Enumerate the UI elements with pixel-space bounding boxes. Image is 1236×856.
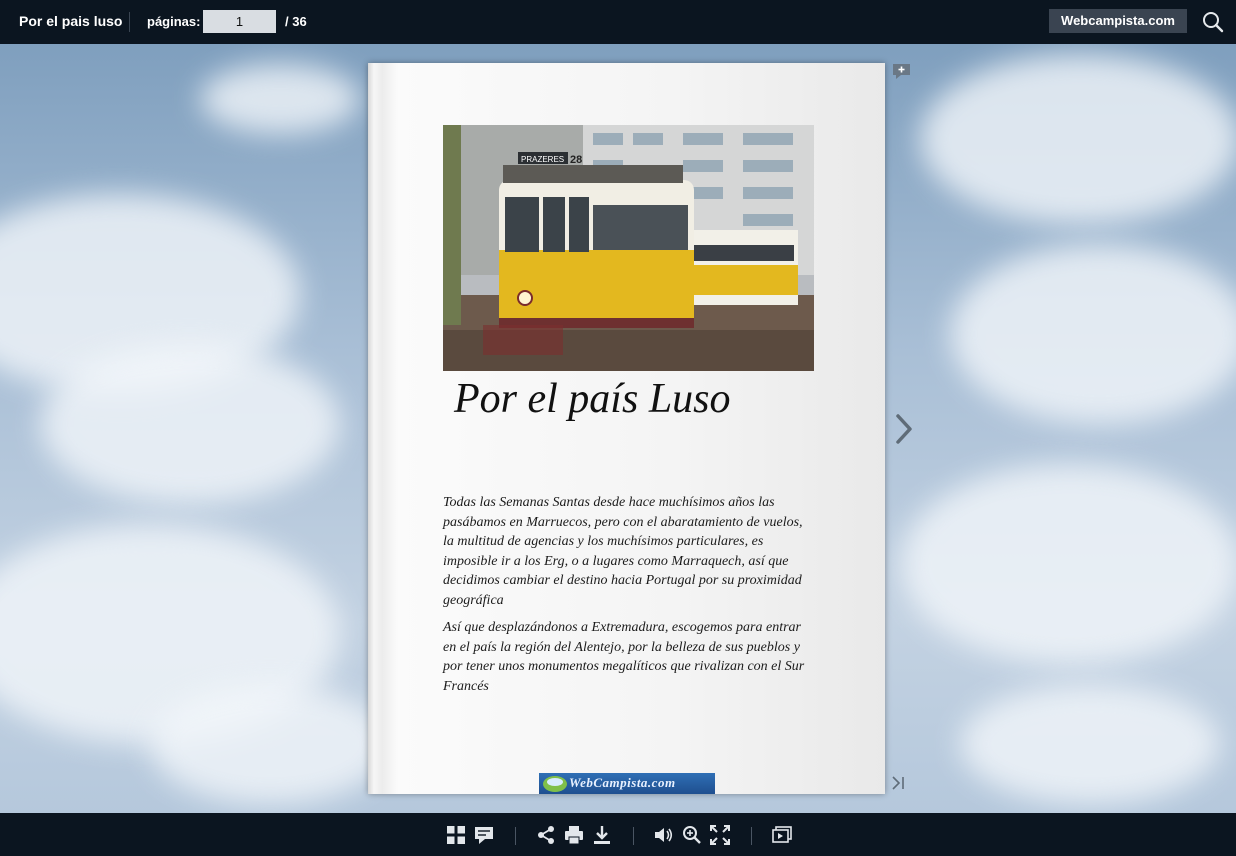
cloud	[960, 684, 1220, 804]
viewer-stage: PRAZERES 28 Por el país Luso Todas las S…	[0, 44, 1236, 813]
bottom-toolbar	[0, 813, 1236, 856]
book-page[interactable]: PRAZERES 28 Por el país Luso Todas las S…	[368, 63, 885, 794]
intro-paragraph: Todas las Semanas Santas desde hace much…	[443, 495, 803, 608]
second-paragraph: Así que desplazándonos a Extremadura, es…	[443, 620, 805, 694]
tram-photo: PRAZERES 28	[443, 125, 814, 371]
page-heading: Por el país Luso	[454, 376, 731, 422]
toolbar-divider	[129, 12, 130, 32]
webcampista-logo[interactable]: WebCampista.com	[539, 773, 715, 794]
add-note-icon[interactable]	[893, 64, 910, 79]
toolbar-divider	[515, 827, 516, 845]
logo-text: WebCampista.com	[569, 775, 676, 790]
tram-sign: PRAZERES	[521, 155, 564, 164]
toolbar-divider	[751, 827, 752, 845]
share-icon[interactable]	[536, 825, 556, 845]
cloud	[40, 344, 340, 504]
tram-number: 28	[570, 154, 582, 166]
cloud	[150, 684, 390, 804]
page-number-input[interactable]	[203, 10, 276, 33]
zoom-in-icon[interactable]	[682, 825, 702, 845]
cloud	[920, 54, 1236, 224]
logo-emblem-icon	[543, 776, 567, 792]
slideshow-icon[interactable]	[772, 825, 792, 845]
page-total: / 36	[285, 14, 307, 29]
chevron-right-icon[interactable]	[892, 412, 916, 446]
search-icon[interactable]	[1201, 10, 1225, 34]
toolbar-divider	[633, 827, 634, 845]
download-icon[interactable]	[592, 825, 612, 845]
pages-label: páginas:	[147, 14, 201, 29]
sound-icon[interactable]	[654, 825, 674, 845]
fullscreen-icon[interactable]	[710, 825, 730, 845]
webcampista-button[interactable]: Webcampista.com	[1049, 9, 1187, 33]
thumbnails-icon[interactable]	[446, 825, 466, 845]
cloud	[900, 464, 1236, 664]
top-toolbar: Por el pais luso páginas: / 36 Webcampis…	[0, 0, 1236, 44]
print-icon[interactable]	[564, 825, 584, 845]
comments-icon[interactable]	[474, 825, 494, 845]
cloud	[200, 64, 360, 134]
last-page-icon[interactable]	[890, 775, 906, 791]
cloud	[950, 244, 1236, 424]
document-title: Por el pais luso	[19, 13, 123, 29]
